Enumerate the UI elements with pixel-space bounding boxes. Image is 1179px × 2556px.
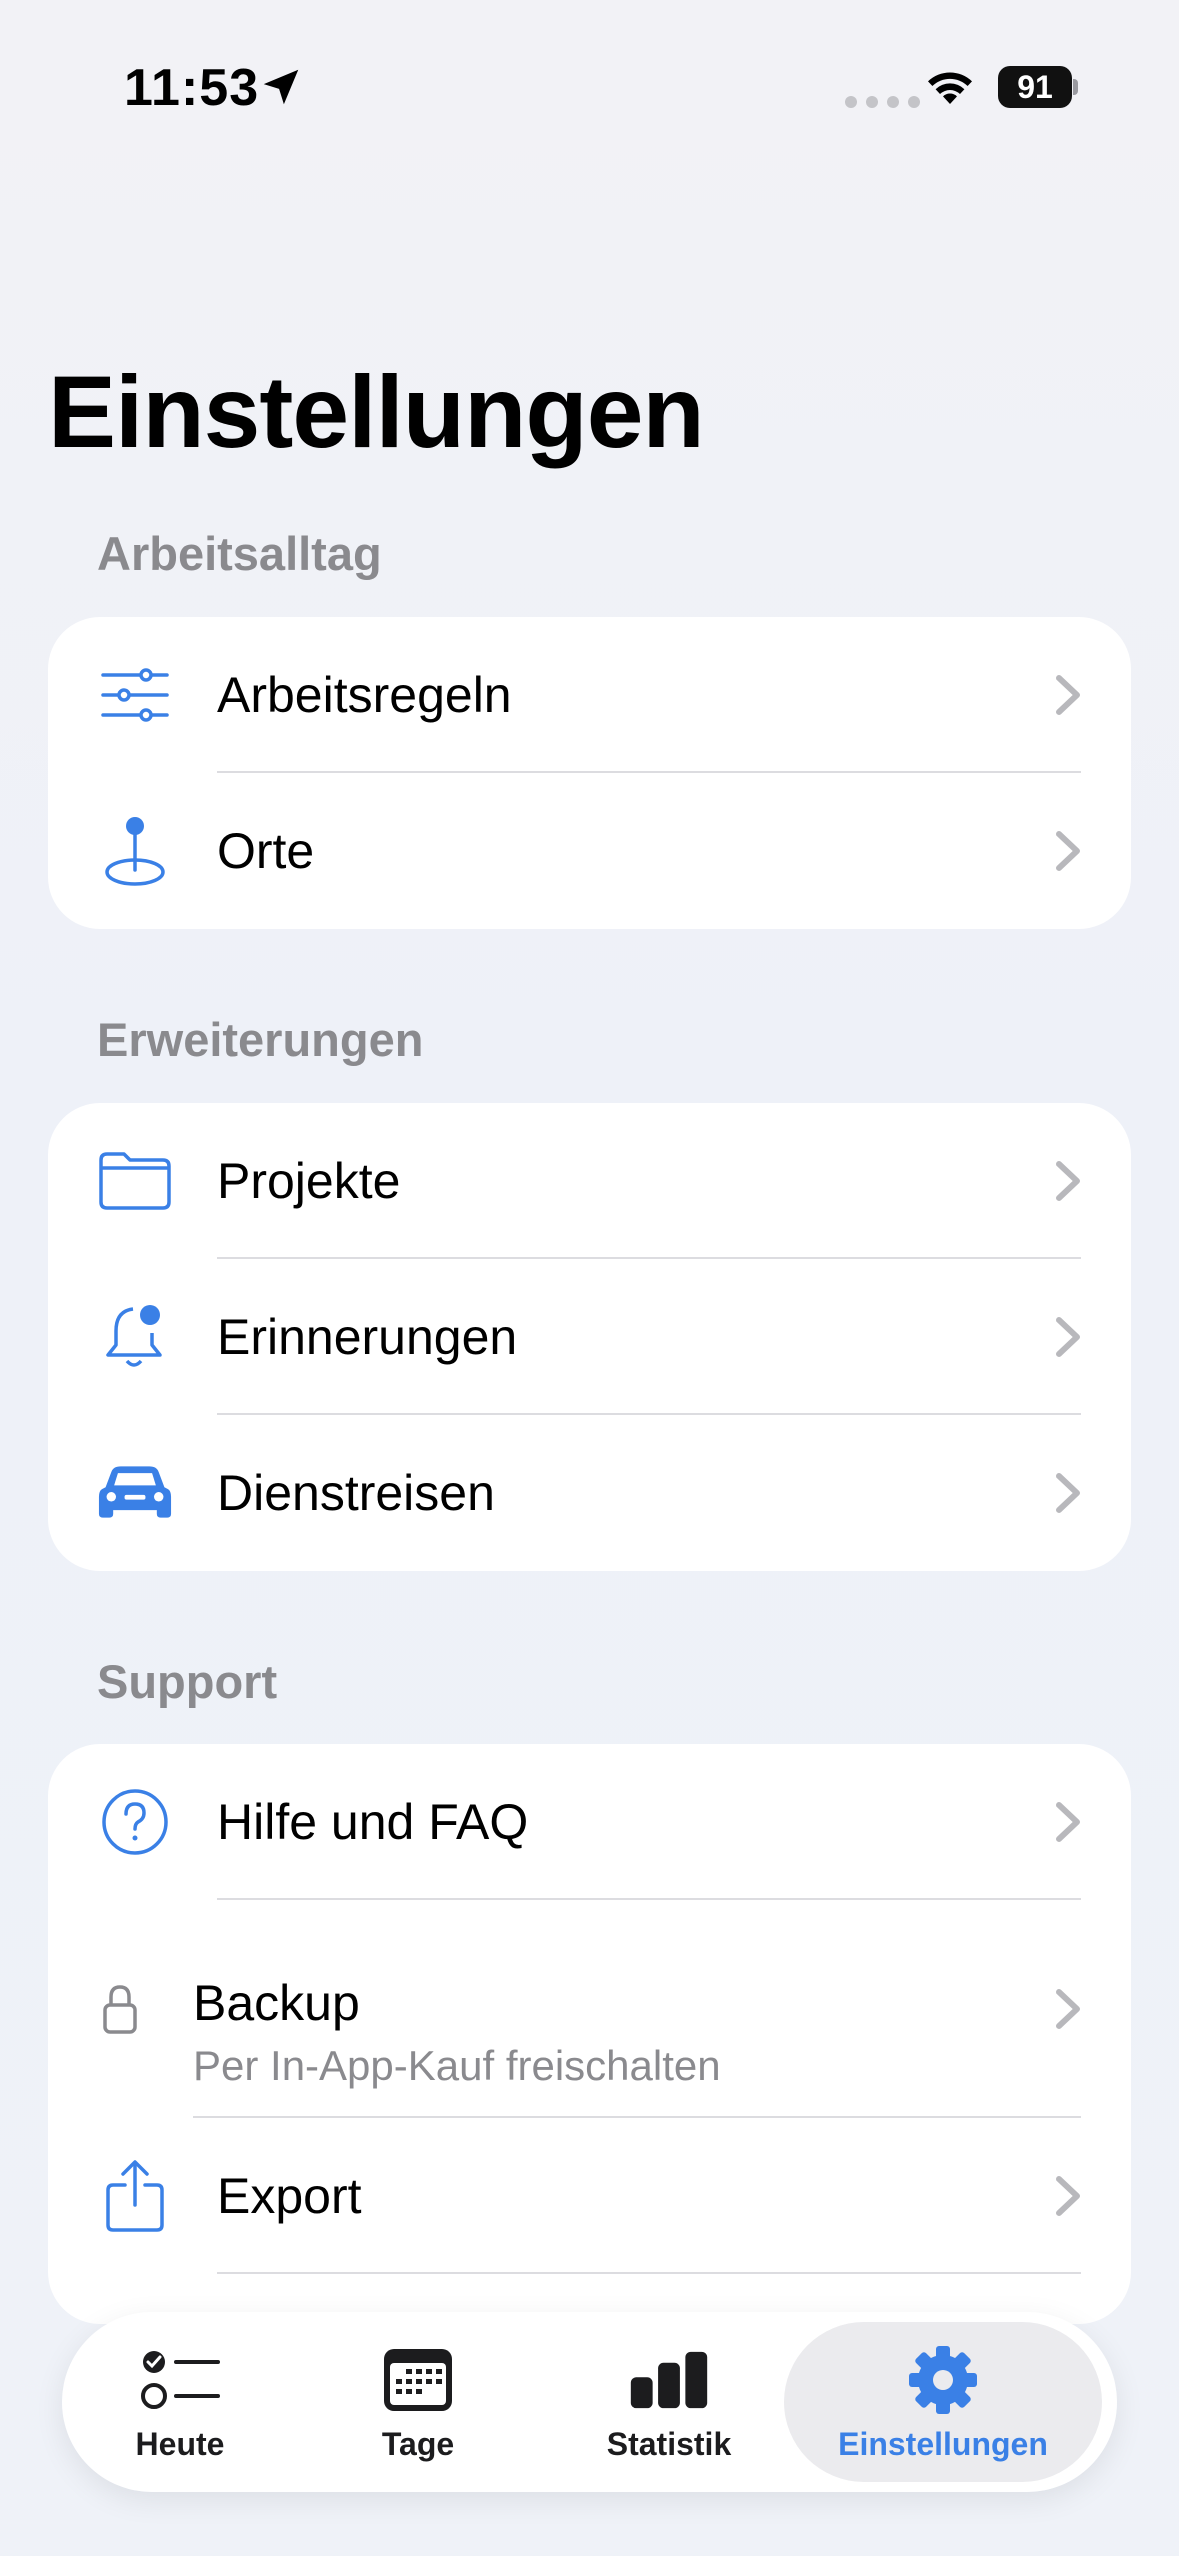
settings-row-erinnerungen[interactable]: Erinnerungen [48, 1259, 1131, 1415]
tab-label: Heute [135, 2426, 225, 2462]
settings-row-label: Hilfe und FAQ [217, 1794, 529, 1850]
lock-icon [100, 1972, 140, 2046]
settings-row-projekte[interactable]: Projekte [48, 1103, 1131, 1259]
car-icon [98, 1456, 172, 1530]
location-arrow-icon [263, 69, 299, 105]
settings-row-label: Erinnerungen [217, 1309, 518, 1365]
chevron-right-icon [1056, 2176, 1080, 2216]
page-title: Einstellungen [48, 355, 705, 469]
settings-row-hilfe[interactable]: Hilfe und FAQ [48, 1744, 1131, 1900]
card-arbeitsalltag: Arbeitsregeln Orte [48, 617, 1131, 929]
tab-label: Tage [381, 2426, 455, 2462]
settings-row-label: Export [217, 2168, 362, 2224]
section-header-support: Support [97, 1655, 278, 1708]
section-header-erweiterungen: Erweiterungen [97, 1013, 424, 1066]
battery-level: 91 [998, 66, 1072, 108]
cellular-signal-icon [845, 96, 920, 108]
settings-row-label: Projekte [217, 1153, 401, 1209]
battery-indicator: 91 [998, 66, 1078, 108]
settings-row-label: Orte [217, 823, 315, 879]
chevron-right-icon [1056, 831, 1080, 871]
settings-row-orte[interactable]: Orte [48, 773, 1131, 929]
bar-chart-icon [629, 2344, 709, 2416]
tab-label: Statistik [606, 2426, 732, 2462]
tab-statistik[interactable]: Statistik [574, 2312, 764, 2492]
settings-row-label: Dienstreisen [217, 1465, 495, 1521]
gear-icon [903, 2344, 983, 2416]
settings-row-sublabel: Per In-App-Kauf freischalten [193, 2042, 721, 2089]
card-support: Hilfe und FAQ Backup Per In-App-Kauf fre… [48, 1744, 1131, 2324]
settings-row-label: Backup [193, 1975, 360, 2031]
calendar-icon [378, 2344, 458, 2416]
settings-row-label: Arbeitsregeln [217, 667, 512, 723]
folder-icon [98, 1144, 172, 1218]
settings-row-arbeitsregeln[interactable]: Arbeitsregeln [48, 617, 1131, 773]
chevron-right-icon [1056, 675, 1080, 715]
chevron-right-icon [1056, 1802, 1080, 1842]
settings-screen: 11:53 91 Einstellungen Arbeitsalltag Arb… [0, 0, 1179, 2556]
share-icon [98, 2159, 172, 2233]
tab-heute[interactable]: Heute [82, 2312, 278, 2492]
chevron-right-icon [1056, 1317, 1080, 1357]
tab-einstellungen[interactable]: Einstellungen [784, 2322, 1102, 2482]
settings-row-backup[interactable]: Backup Per In-App-Kauf freischalten [48, 1900, 1131, 2118]
wifi-icon [928, 72, 972, 104]
status-time: 11:53 [124, 59, 260, 117]
location-pin-icon [98, 814, 172, 888]
checklist-icon [140, 2344, 220, 2416]
settings-row-export[interactable]: Export [48, 2118, 1131, 2274]
chevron-right-icon [1056, 1161, 1080, 1201]
bell-badge-icon [98, 1300, 172, 1374]
tab-tage[interactable]: Tage [340, 2312, 496, 2492]
question-circle-icon [98, 1785, 172, 1859]
status-bar: 11:53 91 [0, 0, 1179, 170]
tab-label: Einstellungen [838, 2426, 1048, 2462]
divider [217, 2272, 1081, 2274]
card-erweiterungen: Projekte Erinnerungen Dienstreisen [48, 1103, 1131, 1571]
tab-bar: Heute Tage Statistik Einstellungen [62, 2312, 1117, 2492]
sliders-icon [98, 658, 172, 732]
chevron-right-icon [1056, 1473, 1080, 1513]
settings-row-dienstreisen[interactable]: Dienstreisen [48, 1415, 1131, 1571]
section-header-arbeitsalltag: Arbeitsalltag [97, 527, 382, 580]
chevron-right-icon [1056, 1989, 1080, 2029]
